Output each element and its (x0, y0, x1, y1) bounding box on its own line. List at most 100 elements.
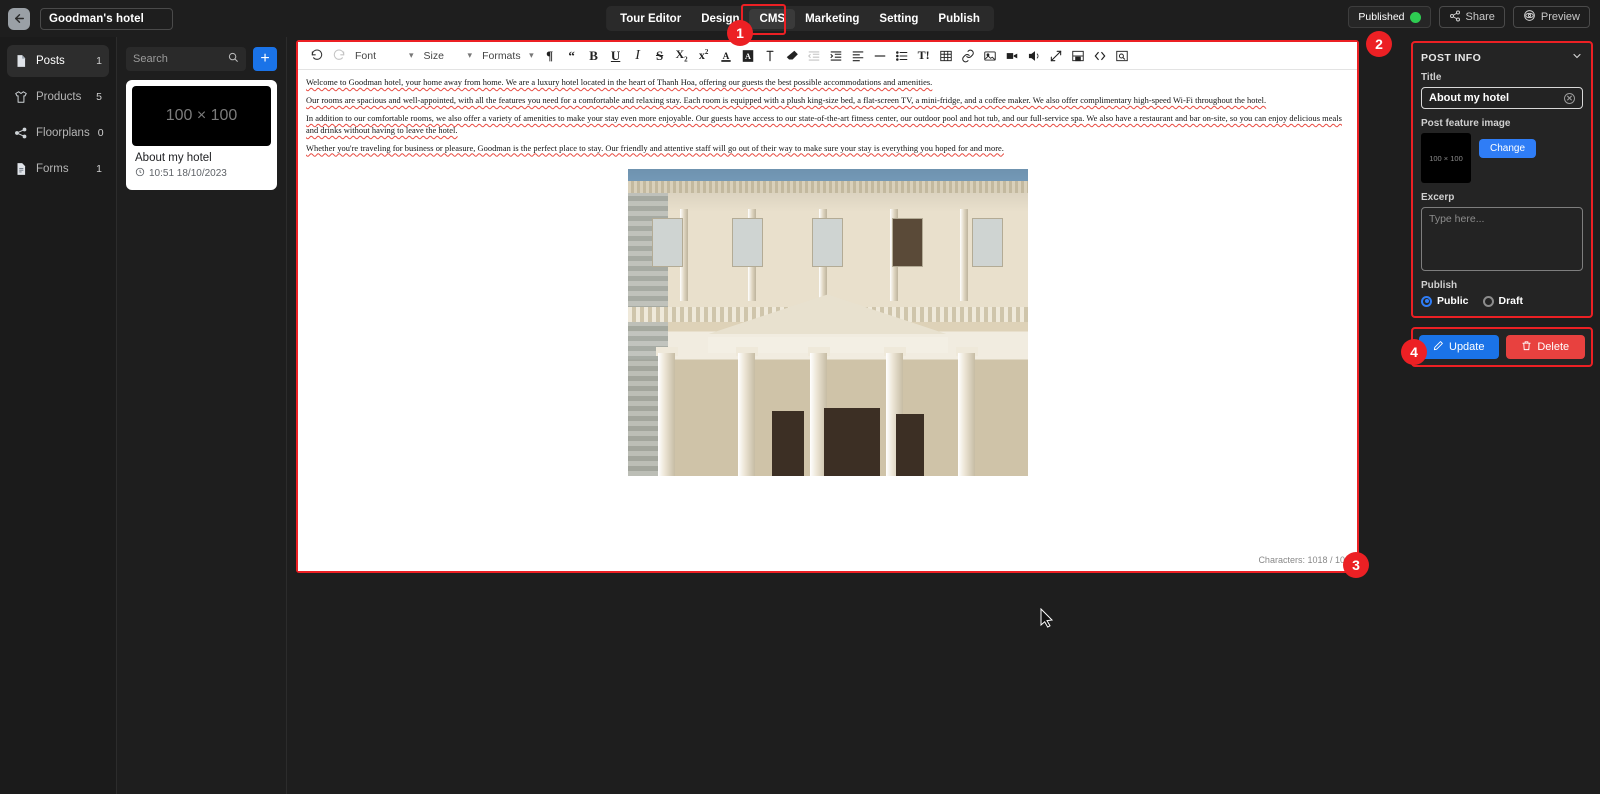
radio-draft[interactable]: Draft (1482, 295, 1523, 307)
neoclassical-building-photo (627, 168, 1028, 476)
superscript-icon[interactable]: x2 (693, 45, 715, 67)
editor-content-area[interactable]: Welcome to Goodman hotel, your home away… (298, 70, 1357, 571)
redo-icon (328, 45, 350, 67)
tab-setting[interactable]: Setting (869, 9, 928, 29)
doc-paragraph: In addition to our comfortable rooms, we… (306, 113, 1342, 135)
radio-public[interactable]: Public (1421, 295, 1469, 307)
title-input-value: About my hotel (1429, 92, 1510, 104)
post-card-time-row: 10:51 18/10/2023 (135, 167, 268, 180)
svg-text:A: A (745, 51, 751, 60)
trash-icon (1521, 340, 1532, 354)
sidebar-item-products[interactable]: Products 5 (7, 81, 109, 113)
feature-image-label: Post feature image (1421, 118, 1511, 129)
change-image-button[interactable]: Change (1479, 139, 1537, 158)
align-icon[interactable] (847, 45, 869, 67)
audio-icon[interactable] (1023, 45, 1045, 67)
indent-icon[interactable] (825, 45, 847, 67)
back-button[interactable] (8, 7, 30, 30)
post-list-item[interactable]: 100 × 100 About my hotel 10:51 18/10/202… (126, 80, 277, 190)
sidebar-label-posts: Posts (36, 55, 65, 67)
sidebar-item-floorplans[interactable]: Floorplans 0 (7, 117, 109, 149)
sidebar-label-forms: Forms (36, 163, 69, 175)
published-status-badge[interactable]: Published (1348, 6, 1431, 28)
search-input[interactable]: Search (126, 47, 246, 71)
special-char-icon[interactable]: T! (913, 45, 935, 67)
sidebar-label-floorplans: Floorplans (36, 127, 90, 139)
sidebar-item-posts[interactable]: Posts 1 (7, 45, 109, 77)
search-row: Search + (126, 47, 277, 71)
subscript-icon[interactable]: X2 (671, 45, 693, 67)
update-button[interactable]: Update (1419, 335, 1499, 359)
horizontal-rule-icon[interactable] (869, 45, 891, 67)
paragraph-icon[interactable]: ¶ (539, 45, 561, 67)
preview-label: Preview (1540, 11, 1580, 23)
annotation-badge-2: 2 (1366, 31, 1392, 57)
font-size-select[interactable]: Size ▾ (419, 45, 478, 67)
published-label: Published (1358, 11, 1405, 23)
share-label: Share (1465, 11, 1495, 23)
strikethrough-icon[interactable]: S (649, 45, 671, 67)
sidebar-count-forms: 1 (96, 163, 102, 175)
chevron-down-icon: ▾ (409, 50, 414, 60)
eraser-icon[interactable] (781, 45, 803, 67)
text-color-icon[interactable]: A (715, 45, 737, 67)
formats-label: Formats (482, 49, 521, 62)
delete-button[interactable]: Delete (1505, 335, 1585, 359)
add-post-button[interactable]: + (253, 47, 277, 71)
sidebar-count-floorplans: 0 (97, 127, 104, 139)
preview-icon[interactable] (1111, 45, 1133, 67)
arrow-left-icon (13, 12, 26, 25)
post-list-column: Search + 100 × 100 About my hotel 10:51 … (117, 37, 287, 794)
fullscreen-icon[interactable] (1045, 45, 1067, 67)
bold-icon[interactable]: B (583, 45, 605, 67)
title-input[interactable]: About my hotel ✕ (1421, 87, 1583, 109)
source-code-icon[interactable] (1089, 45, 1111, 67)
table-icon[interactable] (935, 45, 957, 67)
blockquote-icon[interactable]: “ (561, 45, 583, 67)
excerp-label: Excerp (1421, 192, 1455, 203)
post-info-header[interactable]: POST INFO (1421, 50, 1583, 65)
tshirt-icon (14, 90, 28, 104)
underline-icon[interactable]: U (605, 45, 627, 67)
tab-cms[interactable]: CMS (749, 8, 796, 29)
radio-public-indicator (1421, 295, 1432, 307)
site-name-field[interactable]: Goodman's hotel (40, 7, 173, 30)
excerp-placeholder: Type here... (1429, 213, 1485, 225)
feature-image-thumbnail[interactable]: 100 × 100 (1421, 133, 1471, 183)
tab-marketing[interactable]: Marketing (795, 9, 869, 29)
undo-icon[interactable] (306, 45, 328, 67)
clear-icon[interactable]: ✕ (1564, 92, 1575, 104)
post-actions-group: Update Delete (1411, 327, 1593, 367)
outdent-icon (803, 45, 825, 67)
chevron-down-icon: ▾ (529, 50, 534, 60)
clear-format-icon[interactable] (759, 45, 781, 67)
link-icon[interactable] (957, 45, 979, 67)
bullet-list-icon[interactable] (891, 45, 913, 67)
font-family-select[interactable]: Font ▾ (350, 45, 419, 67)
delete-label: Delete (1537, 341, 1570, 353)
preview-button[interactable]: Preview (1512, 6, 1590, 28)
image-icon[interactable] (979, 45, 1001, 67)
post-card-meta: About my hotel 10:51 18/10/2023 (128, 150, 275, 188)
radio-draft-indicator (1482, 295, 1494, 307)
font-label: Font (355, 49, 377, 62)
background-color-icon[interactable]: A (737, 45, 759, 67)
mouse-cursor (1040, 607, 1054, 633)
editor-toolbar: Font ▾ Size ▾ Formats ▾ ¶ “ B U I S X2 x… (298, 42, 1357, 70)
tab-tour-editor[interactable]: Tour Editor (610, 9, 691, 29)
annotation-badge-3: 3 (1343, 552, 1369, 578)
tab-publish[interactable]: Publish (928, 9, 990, 29)
feature-image-row: 100 × 100 Change (1421, 133, 1583, 183)
chevron-down-icon[interactable] (1571, 50, 1583, 65)
publish-radio-group: Public Draft (1421, 295, 1583, 307)
formats-select[interactable]: Formats ▾ (477, 45, 539, 67)
sidebar-item-forms[interactable]: Forms 1 (7, 153, 109, 185)
search-placeholder: Search (133, 53, 168, 65)
page-break-icon[interactable] (1067, 45, 1089, 67)
sidebar-label-products: Products (36, 91, 82, 103)
post-info-title: POST INFO (1421, 51, 1482, 64)
italic-icon[interactable]: I (627, 45, 649, 67)
video-icon[interactable] (1001, 45, 1023, 67)
excerp-textarea[interactable]: Type here... (1421, 207, 1583, 271)
share-button[interactable]: Share (1438, 6, 1505, 28)
